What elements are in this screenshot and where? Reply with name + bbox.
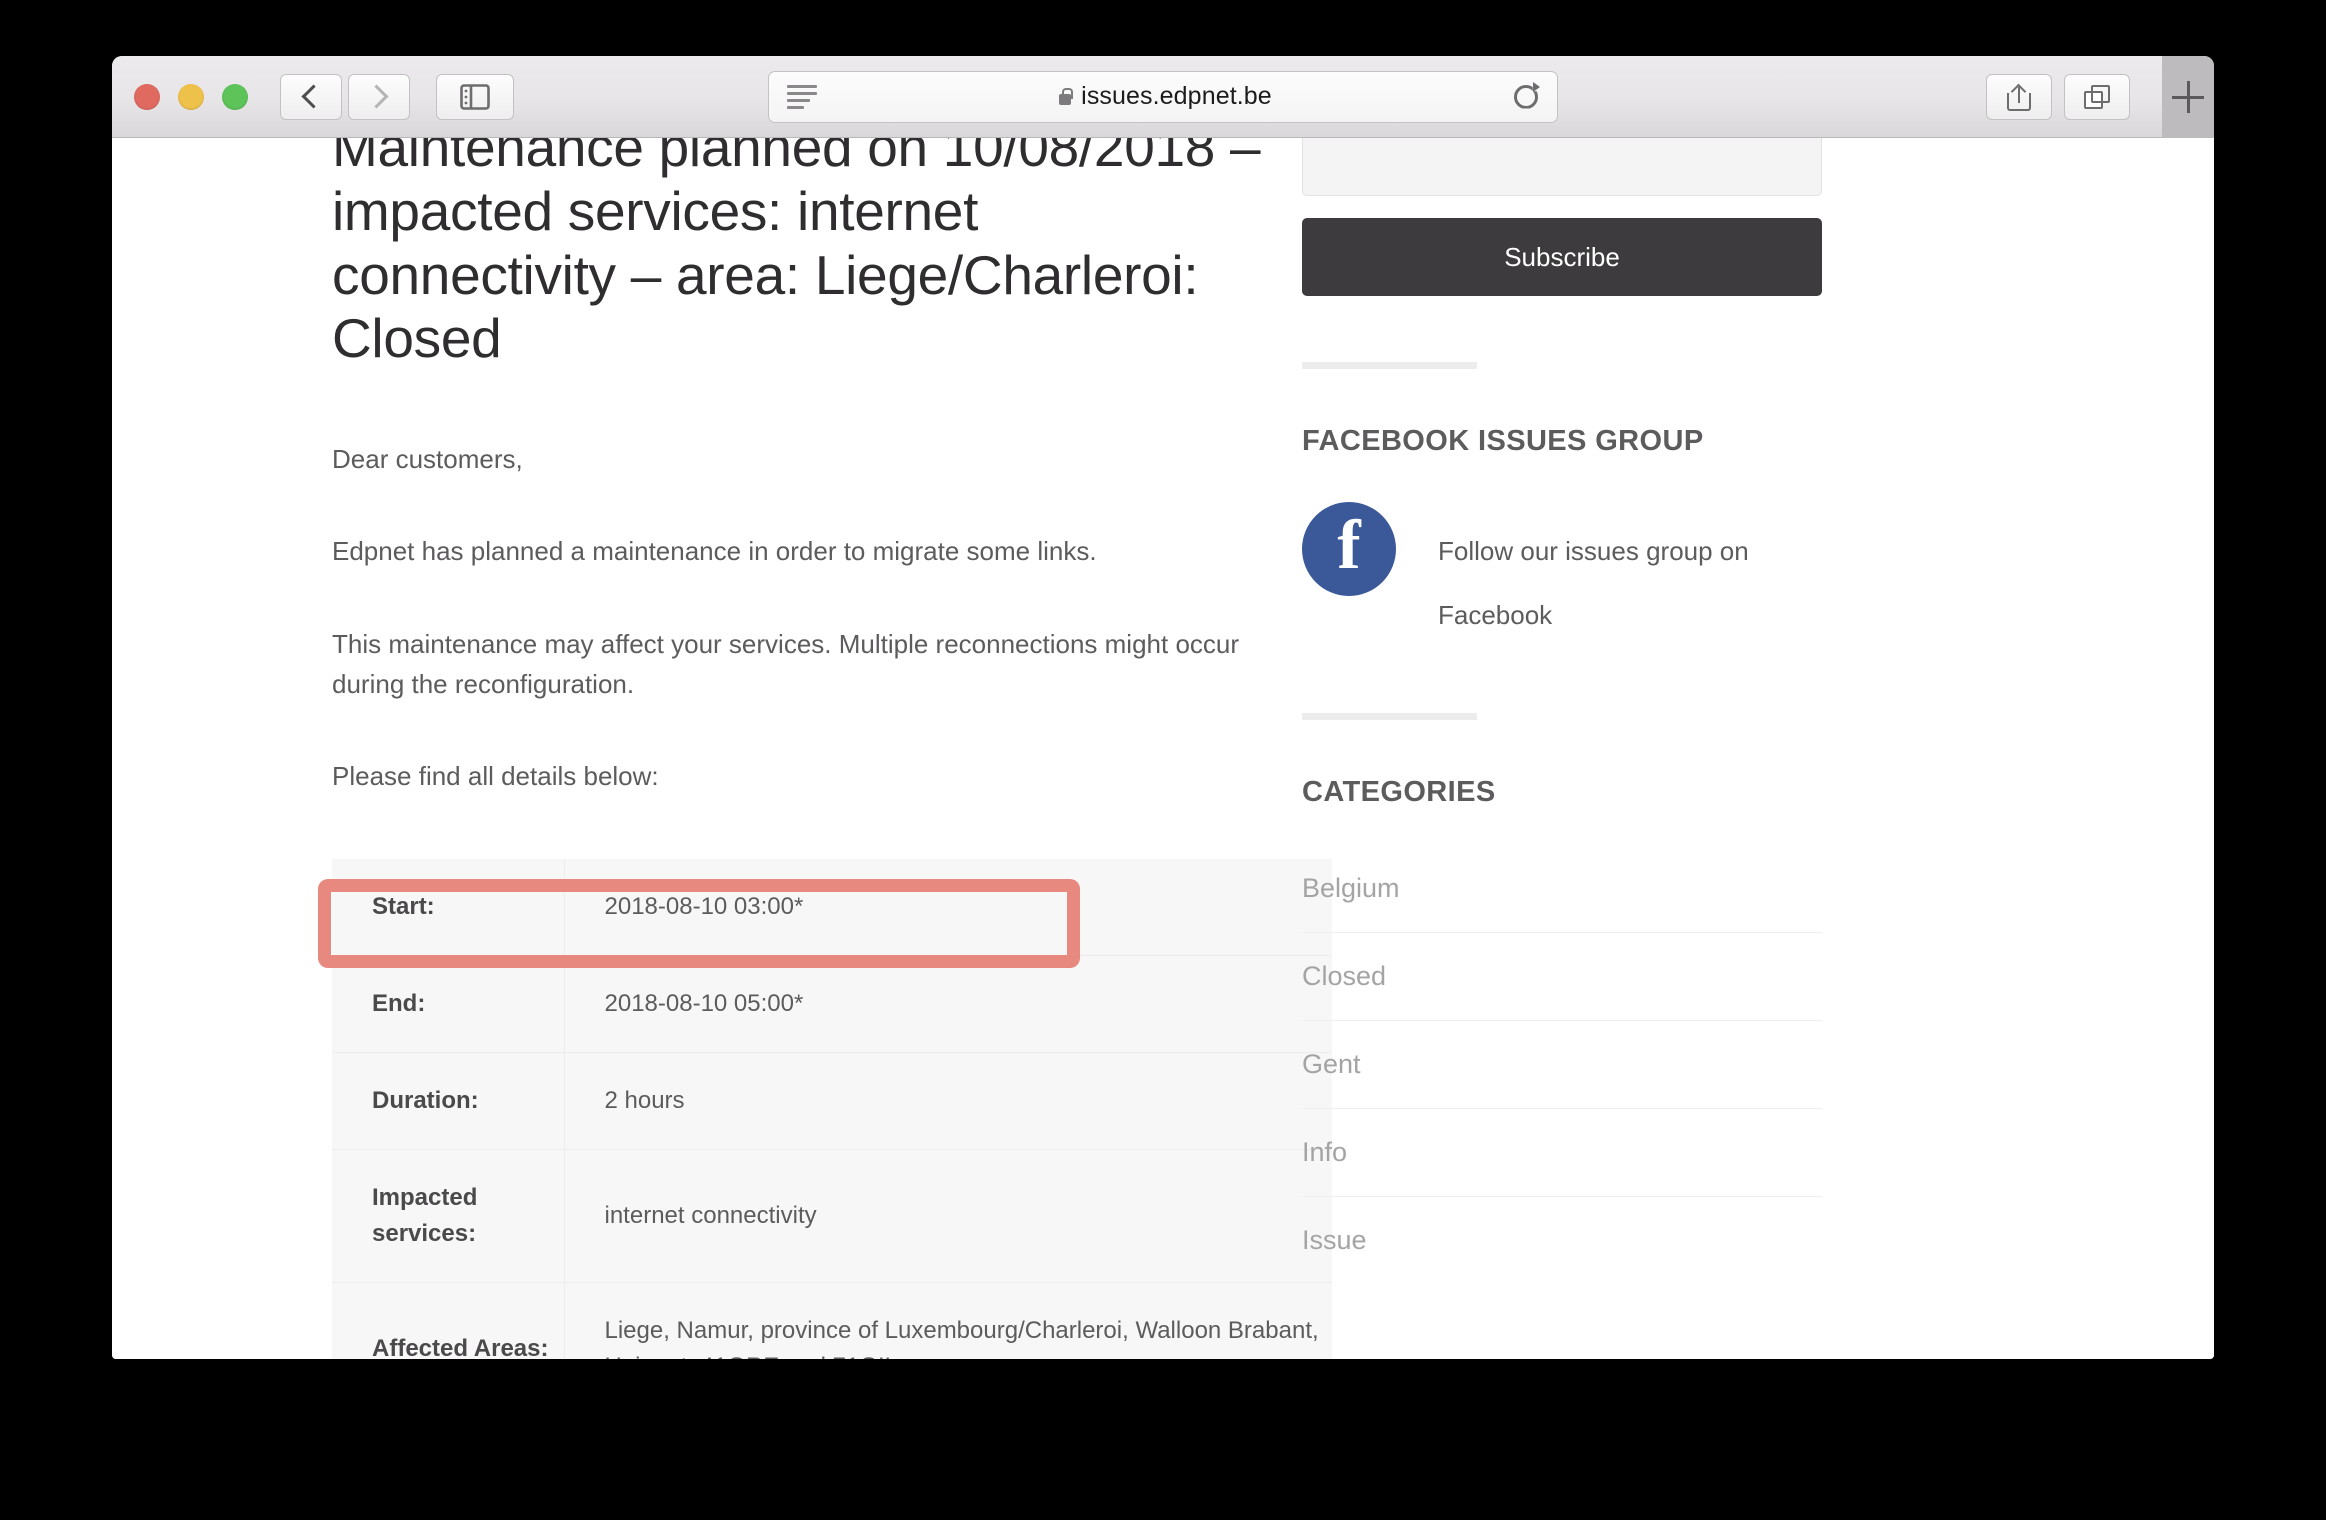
facebook-widget[interactable]: Follow our issues group on Facebook	[1302, 502, 1862, 647]
sidebar-icon	[460, 83, 490, 110]
detail-key-start: Start:	[332, 858, 565, 956]
sidebar: Subscribe FACEBOOK ISSUES GROUP Follow o…	[1302, 138, 1862, 1359]
detail-key-affected-areas: Affected Areas:	[332, 1282, 565, 1359]
detail-value-start: 2018-08-10 03:00*	[564, 858, 1332, 956]
plus-icon	[2172, 81, 2204, 113]
category-item-belgium[interactable]: Belgium	[1302, 845, 1822, 934]
facebook-text-line-1: Follow our issues group on	[1438, 536, 1749, 566]
paragraph-impact: This maintenance may affect your service…	[332, 628, 1240, 700]
categories-widget-title: CATEGORIES	[1302, 776, 1496, 809]
lock-icon	[1058, 88, 1073, 105]
new-tab-button[interactable]	[2162, 56, 2214, 138]
tabs-overview-icon	[2084, 84, 2110, 109]
close-window-button[interactable]	[134, 83, 160, 110]
article-column: Maintenance planned on 10/08/2018 – impa…	[172, 138, 1332, 1359]
detail-value-affected-areas: Liege, Namur, province of Luxembourg/Cha…	[604, 1316, 1319, 1359]
sidebar-divider-2	[1302, 713, 1477, 721]
address-bar[interactable]: issues.edpnet.be	[768, 70, 1558, 123]
window-controls	[134, 83, 248, 110]
browser-toolbar: issues.edpnet.be	[112, 56, 2214, 138]
chevron-left-icon	[301, 84, 326, 109]
paragraph-greeting: Dear customers,	[332, 444, 523, 475]
page-content: Maintenance planned on 10/08/2018 – impa…	[112, 138, 2214, 1359]
chevron-right-icon	[364, 84, 389, 109]
detail-value-duration: 2 hours	[564, 1052, 1332, 1150]
browser-window: issues.edpnet.be Maintenance planned on …	[112, 56, 2214, 1359]
table-row: Duration: 2 hours	[332, 1052, 1332, 1150]
table-row: End: 2018-08-10 05:00*	[332, 955, 1332, 1053]
zoom-window-button[interactable]	[222, 83, 248, 110]
navigation-buttons	[280, 73, 410, 120]
table-row-affected-areas: Affected Areas: Liege, Namur, province o…	[332, 1282, 1332, 1359]
category-item-gent[interactable]: Gent	[1302, 1021, 1822, 1110]
facebook-icon	[1302, 502, 1396, 596]
category-item-closed[interactable]: Closed	[1302, 933, 1822, 1022]
share-icon	[2007, 83, 2031, 111]
detail-key-impacted-services: Impacted services:	[332, 1149, 565, 1283]
paragraph-details-cta: Please find all details below:	[332, 761, 659, 792]
page-title: Maintenance planned on 10/08/2018 – impa…	[332, 138, 1261, 370]
url-display: issues.edpnet.be	[817, 82, 1513, 111]
category-item-issue[interactable]: Issue	[1302, 1197, 1822, 1284]
tab-overview-button[interactable]	[2064, 73, 2130, 120]
share-button[interactable]	[1986, 73, 2052, 120]
table-row: Impacted services: internet connectivity	[332, 1149, 1332, 1283]
forward-button[interactable]	[348, 73, 410, 120]
detail-key-end: End:	[332, 955, 565, 1053]
paragraph-intro: Edpnet has planned a maintenance in orde…	[332, 536, 1097, 567]
sidebar-divider-1	[1302, 362, 1477, 369]
detail-key-duration: Duration:	[332, 1052, 565, 1150]
url-text: issues.edpnet.be	[1081, 82, 1272, 110]
detail-value-impacted-services: internet connectivity	[564, 1149, 1332, 1283]
subscribe-button[interactable]: Subscribe	[1302, 218, 1822, 296]
back-button[interactable]	[280, 73, 342, 120]
toolbar-right-buttons	[1986, 73, 2130, 120]
reload-icon[interactable]	[1513, 81, 1540, 110]
sidebar-toggle-button[interactable]	[436, 73, 514, 120]
table-row: Start: 2018-08-10 03:00*	[332, 858, 1332, 956]
facebook-text-line-2[interactable]: Facebook	[1438, 584, 1749, 648]
detail-value-end: 2018-08-10 05:00*	[564, 955, 1332, 1053]
categories-list: Belgium Closed Gent Info Issue	[1302, 845, 1822, 1284]
facebook-widget-text: Follow our issues group on Facebook	[1438, 502, 1749, 647]
reader-view-icon[interactable]	[787, 84, 817, 109]
subscribe-email-input[interactable]	[1302, 138, 1822, 196]
facebook-widget-title: FACEBOOK ISSUES GROUP	[1302, 425, 1704, 457]
minimize-window-button[interactable]	[178, 83, 204, 110]
maintenance-details-table: Start: 2018-08-10 03:00* End: 2018-08-10…	[332, 858, 1332, 1359]
category-item-info[interactable]: Info	[1302, 1109, 1822, 1198]
